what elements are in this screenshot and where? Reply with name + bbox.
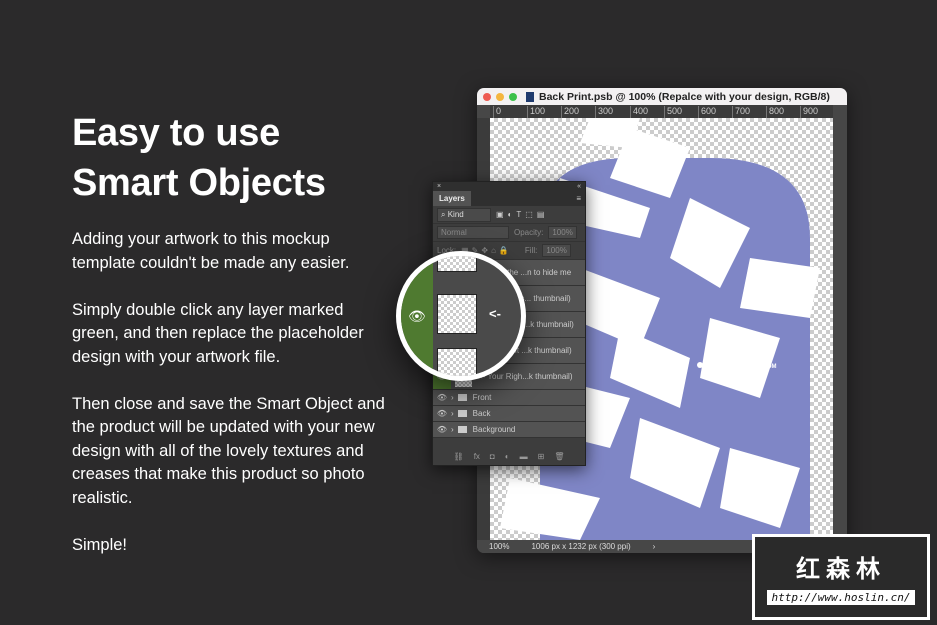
watermark-url: http://www.hoslin.cn/ [767,590,915,605]
mask-icon[interactable]: ◘ [490,452,495,461]
artwork-text: NATE.COM [745,364,777,370]
layer-thumbnail [437,294,477,334]
ruler-tick: 0 [493,106,501,118]
filter-kind-label: Kind [447,209,464,219]
title-bar: Back Print.psb @ 100% (Repalce with your… [477,88,847,105]
watermark: 红森林 http://www.hoslin.cn/ [752,534,930,620]
close-icon[interactable]: × [437,182,441,191]
filter-icons[interactable]: ▣◐T⬚▤ [496,210,548,219]
description: Adding your artwork to this mockup templ… [72,228,392,581]
group-name: Back [472,409,491,418]
layer-thumbnail [437,348,477,376]
ruler-tick: 400 [630,106,648,118]
watermark-name: 红森林 [796,556,886,583]
new-group-icon[interactable]: ▬ [520,452,528,461]
maximize-button[interactable] [509,92,517,101]
ruler-tick: 500 [664,106,682,118]
tab-layers[interactable]: Layers [433,191,471,206]
blend-row: Normal Opacity: 100% [433,224,585,242]
group-name: Front [472,393,492,402]
headline: Easy to use Smart Objects [72,108,326,208]
group-name: Background [472,425,516,434]
fill-label: Fill: [524,246,538,255]
ruler-tick: 900 [800,106,818,118]
ruler-tick: 100 [527,106,545,118]
adjustment-icon[interactable]: ◐ [505,452,510,461]
paragraph: Simple! [72,535,128,554]
menu-icon[interactable]: ≡ [576,194,585,203]
chevron-right-icon[interactable]: › [653,542,656,551]
filter-row: ⌕ Kind ▣◐T⬚▤ [433,206,585,224]
blend-mode-select[interactable]: Normal [437,226,509,239]
link-icon[interactable]: ⛓ [454,452,464,461]
headline-line-1: Easy to use [72,112,280,154]
chevron-right-icon[interactable]: › [451,409,454,418]
eye-icon[interactable]: 👁 [433,425,451,434]
group-row[interactable]: 👁 › Back [433,406,585,422]
artwork-text: SHOP [705,364,722,370]
paragraph: Adding your artwork to this mockup templ… [72,230,350,272]
folder-icon [457,426,467,433]
folder-icon [457,394,467,401]
group-row[interactable]: 👁 › Front [433,390,585,406]
collapse-icon[interactable]: « [577,182,581,191]
group-row[interactable]: 👁 › Background [433,422,585,438]
minimize-button[interactable] [496,92,504,101]
file-icon [526,91,534,102]
document-info: 1006 px x 1232 px (300 ppi) [531,542,631,551]
eye-icon: 👁 [408,308,426,324]
zoom-level[interactable]: 100% [489,542,509,551]
trash-icon[interactable]: 🗑 [554,452,564,461]
fill-input[interactable]: 100% [542,244,571,257]
ruler-tick: 300 [595,106,613,118]
headline-line-2: Smart Objects [72,162,326,204]
paragraph: Simply double click any layer marked gre… [72,300,364,366]
folder-icon [457,410,467,417]
filter-kind-select[interactable]: ⌕ Kind [437,207,491,222]
green-marker: 👁 [401,256,433,376]
window-title: Back Print.psb @ 100% (Repalce with your… [539,90,830,103]
magnifier-callout: 👁 <- [396,251,526,381]
layer-name: <- Your Righ...k thumbnail) [478,372,573,381]
ruler-tick: 700 [732,106,750,118]
horizontal-ruler: 0 100 200 300 400 500 600 700 800 900 [490,105,833,118]
arrow-label: <- [489,306,501,321]
paragraph: Then close and save the Smart Object and… [72,394,385,507]
artwork-text: ULTRA [705,371,726,377]
ruler-tick: 800 [766,106,784,118]
opacity-label: Opacity: [514,228,544,237]
ruler-tick: 600 [698,106,716,118]
new-layer-icon[interactable]: ⊞ [538,452,545,461]
panel-header: × « [433,182,585,191]
chevron-right-icon[interactable]: › [451,393,454,402]
panel-footer: ⛓ fx ◘ ◐ ▬ ⊞ 🗑 [433,447,585,465]
eye-icon[interactable]: 👁 [433,409,451,418]
fx-icon[interactable]: fx [474,452,480,461]
ruler-tick: 200 [561,106,579,118]
chevron-right-icon[interactable]: › [451,425,454,434]
eye-icon[interactable]: 👁 [433,393,451,402]
layer-thumbnail [437,256,477,272]
close-button[interactable] [483,92,491,101]
opacity-input[interactable]: 100% [548,226,577,239]
